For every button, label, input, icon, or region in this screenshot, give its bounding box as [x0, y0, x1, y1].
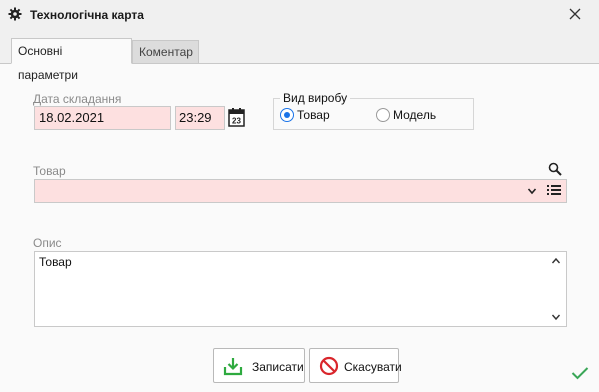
cancel-button[interactable]: Скасувати — [309, 348, 402, 383]
title-bar: Технологічна карта — [0, 0, 599, 30]
description-textarea[interactable] — [34, 251, 567, 327]
save-icon — [223, 358, 243, 376]
radio-model-label[interactable]: Модель — [393, 108, 436, 122]
search-icon[interactable] — [548, 162, 562, 176]
save-button[interactable]: Записати — [213, 348, 305, 383]
tab-comment[interactable]: Коментар — [132, 40, 199, 64]
window-title: Технологічна карта — [30, 8, 144, 22]
description-label: Опис — [33, 236, 62, 250]
radio-product-label[interactable]: Товар — [297, 108, 330, 122]
product-label: Товар — [33, 164, 66, 178]
tab-main-parameters[interactable]: Основні параметри — [11, 38, 132, 82]
list-icon[interactable] — [547, 184, 562, 196]
save-button-label: Записати — [252, 360, 304, 374]
calendar-icon[interactable]: 23 — [228, 108, 245, 127]
tab-strip: Основні параметри Коментар — [0, 38, 599, 82]
cancel-button-label: Скасувати — [344, 360, 402, 374]
radio-product[interactable] — [280, 108, 294, 122]
check-icon — [571, 367, 589, 380]
chevron-down-icon[interactable] — [527, 186, 537, 196]
gear-icon — [8, 7, 22, 21]
time-field[interactable]: 23:29 — [175, 106, 225, 130]
radio-model[interactable] — [376, 108, 390, 122]
cancel-icon — [319, 356, 339, 376]
description-text: Товар — [39, 255, 72, 269]
product-type-title: Вид виробу — [280, 91, 351, 105]
scroll-up-icon[interactable] — [551, 257, 561, 265]
product-select[interactable] — [34, 179, 567, 203]
scroll-down-icon[interactable] — [551, 313, 561, 321]
calendar-day: 23 — [232, 117, 241, 126]
date-field[interactable]: 18.02.2021 — [34, 106, 171, 130]
close-icon[interactable] — [563, 3, 587, 25]
date-label: Дата складання — [33, 92, 122, 106]
